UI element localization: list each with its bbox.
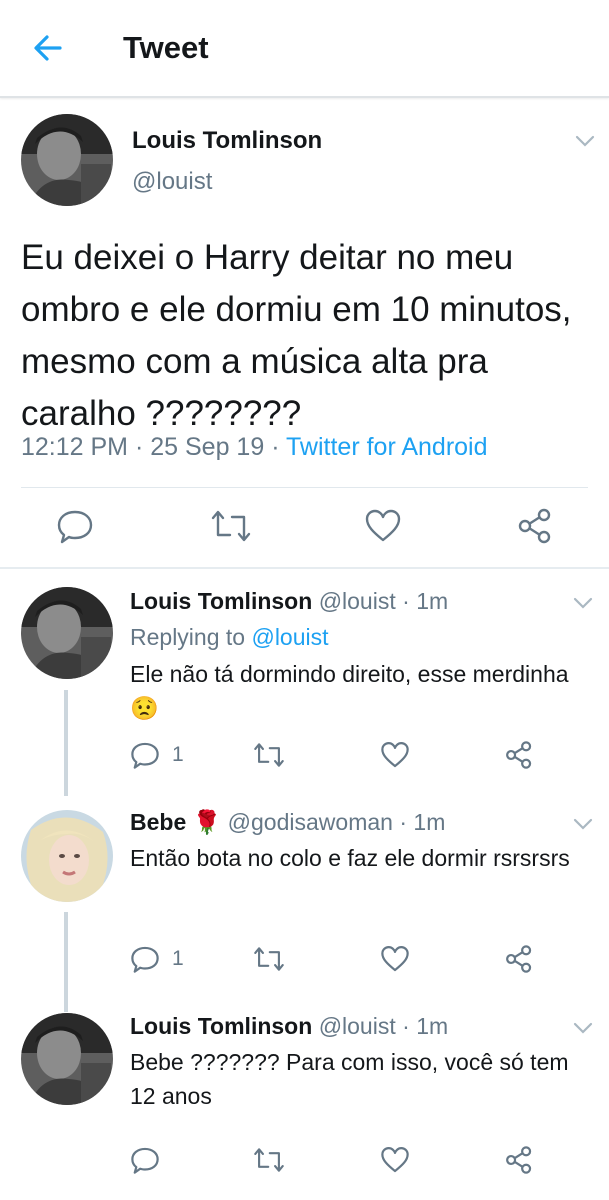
rose-emoji: 🌹 — [192, 809, 222, 835]
reply-author-handle[interactable]: @godisawoman — [228, 809, 393, 835]
retweet-button[interactable] — [253, 944, 285, 979]
divider — [0, 567, 609, 569]
reply-icon — [131, 946, 159, 973]
reply-time: 1m — [413, 809, 446, 835]
meta-separator: · — [402, 1013, 410, 1039]
like-button[interactable] — [364, 507, 402, 550]
reply-icon — [57, 510, 93, 544]
avatar-image — [21, 1013, 113, 1105]
author-name[interactable]: Louis Tomlinson — [132, 127, 322, 155]
back-button[interactable] — [30, 30, 66, 66]
reply-menu-button[interactable] — [572, 592, 594, 614]
like-button[interactable] — [380, 944, 410, 979]
avatar-image — [21, 587, 113, 679]
reply-time: 1m — [416, 1013, 449, 1039]
retweet-icon — [211, 510, 251, 542]
share-button[interactable] — [516, 507, 554, 550]
reply-button[interactable] — [56, 507, 94, 550]
replying-to-label: Replying to — [130, 624, 246, 650]
like-button[interactable] — [380, 740, 410, 775]
share-icon — [506, 741, 532, 769]
reply-author-name[interactable]: Louis Tomlinson — [130, 1013, 312, 1039]
reply-author-name[interactable]: Louis Tomlinson — [130, 588, 312, 614]
retweet-button[interactable] — [253, 1145, 285, 1180]
share-icon — [506, 945, 532, 973]
retweet-icon — [254, 947, 284, 971]
retweet-button[interactable] — [253, 740, 285, 775]
reply-menu-button[interactable] — [572, 813, 594, 835]
retweet-icon — [254, 1148, 284, 1172]
like-icon — [365, 509, 401, 542]
share-button[interactable] — [504, 740, 534, 775]
meta-separator: · — [399, 809, 408, 835]
retweet-icon — [254, 743, 284, 767]
share-button[interactable] — [504, 944, 534, 979]
tweet-text: Eu deixei o Harry deitar no meu ombro e … — [21, 238, 572, 433]
tweet-menu-button[interactable] — [574, 130, 596, 152]
chevron-down-icon — [573, 597, 593, 609]
meta-separator: · — [402, 588, 410, 614]
thread-line — [64, 912, 68, 1012]
share-icon — [506, 1146, 532, 1174]
avatar-image — [21, 810, 113, 902]
meta-separator: · — [134, 433, 144, 461]
tweet-meta: 12:12 PM · 25 Sep 19 · Twitter for Andro… — [21, 433, 488, 462]
chevron-down-icon — [573, 1022, 593, 1034]
replying-to: Replying to @louist — [130, 624, 329, 651]
share-icon — [518, 508, 551, 544]
tweet-date: 25 Sep 19 — [150, 433, 265, 461]
like-icon — [381, 742, 409, 768]
reply-icon — [131, 1147, 159, 1174]
arrow-left-icon — [34, 35, 62, 61]
tweet-time: 12:12 PM — [21, 433, 129, 461]
reply-button[interactable]: 1 — [130, 944, 184, 974]
avatar[interactable] — [21, 587, 113, 679]
reply-header: Bebe 🌹 @godisawoman · 1m — [130, 809, 445, 836]
replying-to-handle[interactable]: @louist — [251, 624, 328, 650]
reply-button[interactable] — [130, 1145, 160, 1180]
divider — [21, 487, 588, 488]
thread-line — [64, 690, 68, 796]
reply-count: 1 — [172, 743, 184, 766]
reply-text: Então bota no colo e faz ele dormir rsrs… — [130, 845, 570, 871]
avatar-image — [21, 114, 113, 206]
reply-count: 1 — [172, 947, 184, 970]
reply-author-handle[interactable]: @louist — [319, 588, 396, 614]
tweet-source-link[interactable]: Twitter for Android — [286, 433, 487, 461]
meta-separator: · — [271, 433, 280, 461]
top-app-bar — [0, 0, 609, 98]
reply-icon — [131, 742, 159, 769]
like-icon — [381, 946, 409, 972]
reply-menu-button[interactable] — [572, 1017, 594, 1039]
chevron-down-icon — [573, 818, 593, 830]
reply-author-name[interactable]: Bebe — [130, 809, 186, 835]
share-button[interactable] — [504, 1145, 534, 1180]
avatar[interactable] — [21, 1013, 113, 1105]
like-icon — [381, 1147, 409, 1173]
retweet-button[interactable] — [210, 507, 252, 550]
reply-button[interactable]: 1 — [130, 740, 184, 770]
chevron-down-icon — [575, 135, 595, 147]
reply-text: Bebe ??????? Para com isso, você só tem … — [130, 1049, 569, 1109]
reply-text: Ele não tá dormindo direito, esse merdin… — [130, 661, 569, 721]
author-handle[interactable]: @louist — [132, 168, 212, 196]
like-button[interactable] — [380, 1145, 410, 1180]
reply-time: 1m — [416, 588, 449, 614]
page-title: Tweet — [123, 30, 209, 65]
reply-header: Louis Tomlinson @louist · 1m — [130, 588, 448, 615]
reply-header: Louis Tomlinson @louist · 1m — [130, 1013, 448, 1040]
avatar[interactable] — [21, 810, 113, 902]
reply-author-handle[interactable]: @louist — [319, 1013, 396, 1039]
avatar[interactable] — [21, 114, 113, 206]
